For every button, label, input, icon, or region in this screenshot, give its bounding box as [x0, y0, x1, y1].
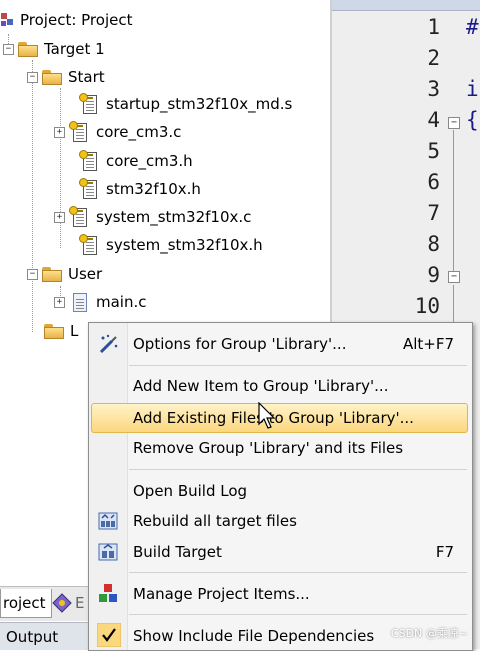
- fold-guide: [453, 130, 454, 280]
- line-number: 4: [427, 108, 440, 132]
- context-menu: Options for Group 'Library'... Alt+F7 Ad…: [88, 322, 473, 651]
- code-text: i: [466, 77, 479, 101]
- menu-item-add-existing[interactable]: Add Existing Files to Group 'Library'...: [89, 403, 472, 433]
- tree-file[interactable]: core_cm3.h: [79, 148, 193, 174]
- file-key-icon: [79, 93, 98, 115]
- file-key-icon: [79, 178, 98, 200]
- fold-collapse-icon[interactable]: −: [448, 271, 460, 283]
- group-label: L: [70, 322, 79, 340]
- line-number: 8: [427, 232, 440, 256]
- tree-connector: [32, 60, 33, 332]
- editor-tab[interactable]: [332, 0, 480, 11]
- folder-icon: [42, 69, 62, 85]
- menu-separator: [129, 572, 467, 573]
- line-number: 7: [427, 201, 440, 225]
- tree-file[interactable]: system_stm32f10x.h: [79, 232, 263, 258]
- file-label: main.c: [96, 293, 147, 311]
- folder-icon: [44, 323, 64, 339]
- menu-item-label: Manage Project Items...: [133, 585, 310, 603]
- menu-item-remove-group[interactable]: Remove Group 'Library' and its Files: [89, 433, 472, 463]
- manage-items-icon: [97, 583, 119, 605]
- mouse-pointer-icon: [258, 401, 276, 434]
- file-label: stm32f10x.h: [106, 180, 201, 198]
- group-label: User: [68, 265, 103, 283]
- file-key-icon: [79, 234, 98, 256]
- tab-label: roject: [3, 594, 46, 612]
- group-label: Start: [68, 68, 105, 86]
- menu-item-add-new[interactable]: Add New Item to Group 'Library'...: [89, 371, 472, 401]
- menu-item-label: Remove Group 'Library' and its Files: [133, 439, 404, 457]
- file-key-icon: [69, 206, 88, 228]
- file-label: startup_stm32f10x_md.s: [106, 95, 293, 113]
- build-icon: [97, 541, 119, 563]
- file-label: core_cm3.h: [106, 152, 193, 170]
- tree-node-group-start[interactable]: − Start: [27, 64, 105, 90]
- output-label: Output: [6, 627, 59, 646]
- target-folder-icon: [18, 41, 38, 57]
- menu-item-open-build-log[interactable]: Open Build Log: [89, 476, 472, 506]
- line-number: 10: [414, 294, 440, 318]
- checkmark-icon: [96, 622, 122, 648]
- tree-node-group-library[interactable]: L: [44, 318, 78, 344]
- menu-separator: [129, 469, 467, 470]
- file-key-icon: [69, 121, 88, 143]
- expand-icon[interactable]: +: [54, 211, 65, 223]
- watermark: CSDN @乘凉~: [390, 627, 468, 640]
- tab-label: E: [75, 594, 85, 612]
- tree-file[interactable]: + core_cm3.c: [54, 119, 181, 145]
- menu-shortcut: Alt+F7: [402, 335, 454, 353]
- menu-item-label: Build Target: [133, 543, 222, 561]
- books-icon: [52, 593, 72, 613]
- line-number: 5: [427, 139, 440, 163]
- menu-item-options[interactable]: Options for Group 'Library'... Alt+F7: [89, 329, 472, 359]
- tree-node-target[interactable]: − Target 1: [3, 36, 105, 62]
- collapse-icon[interactable]: −: [27, 268, 38, 280]
- line-number: 9: [427, 263, 440, 287]
- menu-item-label: Add New Item to Group 'Library'...: [133, 377, 389, 395]
- tree-file[interactable]: + system_stm32f10x.c: [54, 204, 251, 230]
- line-number: 6: [427, 170, 440, 194]
- tree-file[interactable]: startup_stm32f10x_md.s: [79, 91, 292, 117]
- tab-books[interactable]: E: [52, 589, 92, 617]
- tree-file[interactable]: stm32f10x.h: [79, 176, 201, 202]
- file-label: system_stm32f10x.c: [96, 208, 252, 226]
- file-icon: [69, 291, 88, 313]
- collapse-icon[interactable]: −: [27, 71, 38, 83]
- expand-icon[interactable]: +: [54, 296, 65, 308]
- menu-item-label: Rebuild all target files: [133, 512, 297, 530]
- menu-separator: [129, 365, 467, 366]
- folder-icon: [42, 266, 62, 282]
- file-label: system_stm32f10x.h: [106, 236, 263, 254]
- code-text: #: [466, 15, 479, 39]
- menu-shortcut: F7: [435, 543, 454, 561]
- tree-node-project[interactable]: Project: Project: [0, 7, 132, 33]
- code-text: {: [466, 108, 479, 132]
- line-number: 2: [427, 46, 440, 70]
- menu-item-label: Options for Group 'Library'...: [133, 335, 347, 353]
- fold-collapse-icon[interactable]: −: [448, 117, 460, 129]
- expand-icon[interactable]: +: [54, 126, 65, 138]
- fold-guide: [453, 285, 454, 325]
- file-label: core_cm3.c: [96, 123, 182, 141]
- menu-item-manage-project[interactable]: Manage Project Items...: [89, 579, 472, 609]
- menu-item-label: Open Build Log: [133, 482, 248, 500]
- collapse-icon[interactable]: −: [3, 43, 14, 55]
- tree-file[interactable]: + main.c: [54, 289, 147, 315]
- tree-node-group-user[interactable]: − User: [27, 261, 102, 287]
- options-wand-icon: [97, 333, 119, 355]
- rebuild-icon: [97, 510, 119, 532]
- menu-item-rebuild[interactable]: Rebuild all target files: [89, 506, 472, 536]
- file-key-icon: [79, 150, 98, 172]
- menu-item-label: Show Include File Dependencies: [133, 627, 375, 645]
- menu-separator: [129, 614, 467, 615]
- target-label: Target 1: [44, 40, 105, 58]
- tab-project[interactable]: roject: [0, 589, 52, 618]
- line-number: 3: [427, 77, 440, 101]
- menu-item-build-target[interactable]: Build Target F7: [89, 537, 472, 567]
- project-icon: [0, 12, 14, 28]
- project-label: Project: Project: [20, 11, 133, 29]
- line-number: 1: [427, 15, 440, 39]
